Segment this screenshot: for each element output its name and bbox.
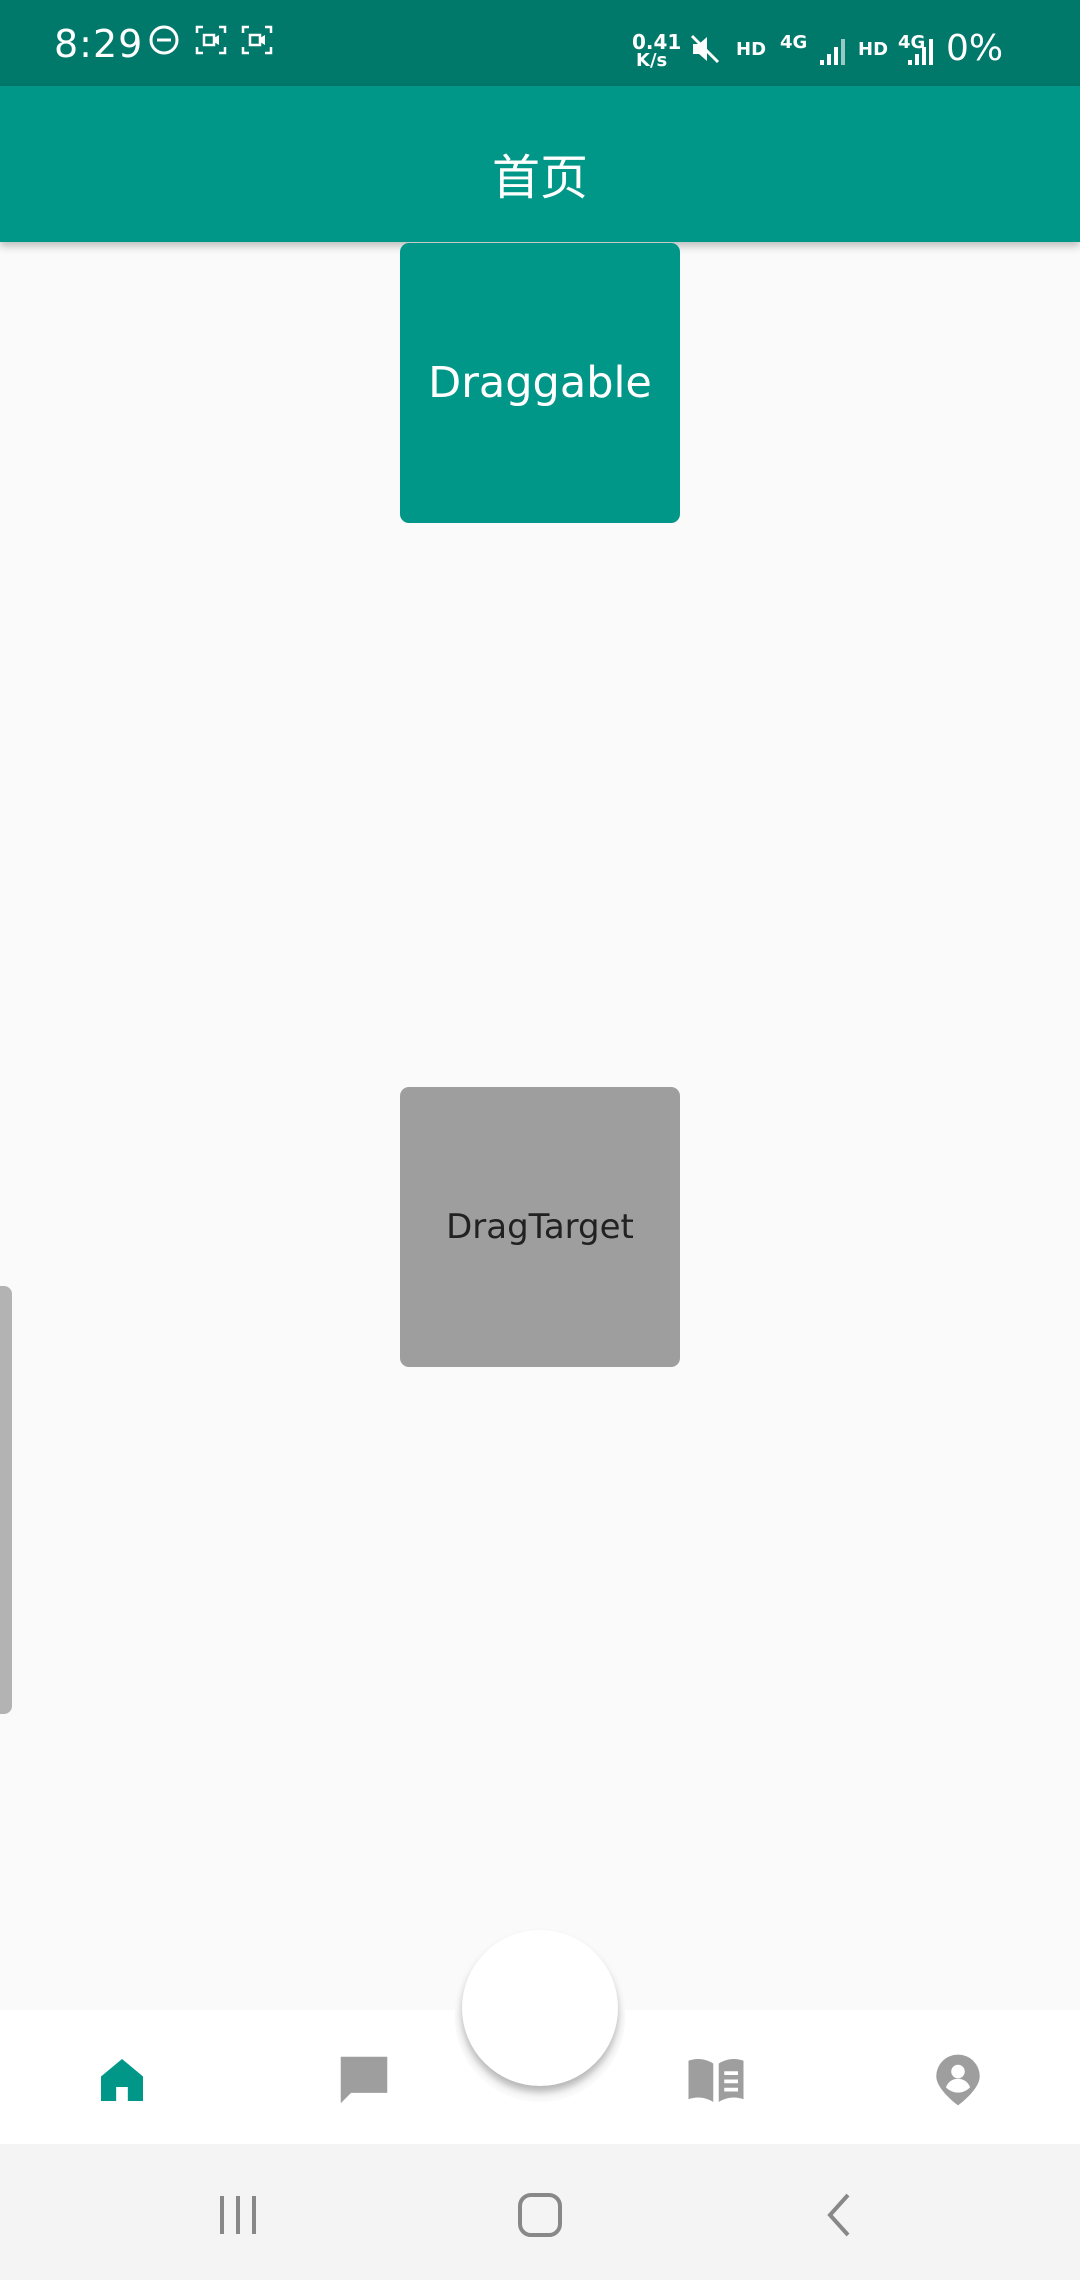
screen-record-icon xyxy=(240,24,274,60)
hd-label: HD xyxy=(736,39,767,60)
battery-percent: 0% xyxy=(946,28,1004,69)
mute-icon xyxy=(688,32,722,70)
recent-apps-icon xyxy=(220,2196,256,2234)
home-icon xyxy=(101,2059,143,2101)
book-icon xyxy=(688,2058,744,2102)
home-square-icon xyxy=(518,2193,562,2237)
person-pin-icon xyxy=(936,2054,980,2106)
nav-item-home[interactable] xyxy=(82,2040,162,2120)
network-type-label: 4G xyxy=(780,32,808,53)
net-speed-unit: K/s xyxy=(636,50,668,71)
back-button[interactable] xyxy=(806,2180,876,2250)
nav-item-profile[interactable] xyxy=(918,2040,998,2120)
app-bar: 首页 xyxy=(0,86,1080,242)
back-chevron-icon xyxy=(827,2193,850,2237)
status-bar: 8:29 0.41 K/s HD 4G HD 4G 0% xyxy=(0,0,1080,86)
signal-icon xyxy=(818,36,848,70)
recent-apps-button[interactable] xyxy=(204,2180,274,2250)
drag-target-label: DragTarget xyxy=(446,1207,634,1247)
page-title: 首页 xyxy=(491,150,588,206)
edge-panel-handle[interactable] xyxy=(0,1286,12,1714)
status-time: 8:29 xyxy=(54,22,144,66)
draggable-box[interactable]: Draggable xyxy=(400,243,680,523)
signal-icon xyxy=(906,36,936,70)
drag-target-box[interactable]: DragTarget xyxy=(400,1087,680,1367)
hd-label: HD xyxy=(858,39,889,60)
nav-item-reading[interactable] xyxy=(676,2040,756,2120)
do-not-disturb-icon xyxy=(148,24,180,60)
draggable-label: Draggable xyxy=(428,358,652,408)
home-button[interactable] xyxy=(505,2180,575,2250)
chat-icon xyxy=(340,2056,388,2104)
nav-item-messages[interactable] xyxy=(324,2040,404,2120)
screen-record-icon xyxy=(194,24,228,60)
floating-action-button[interactable] xyxy=(462,1930,618,2086)
